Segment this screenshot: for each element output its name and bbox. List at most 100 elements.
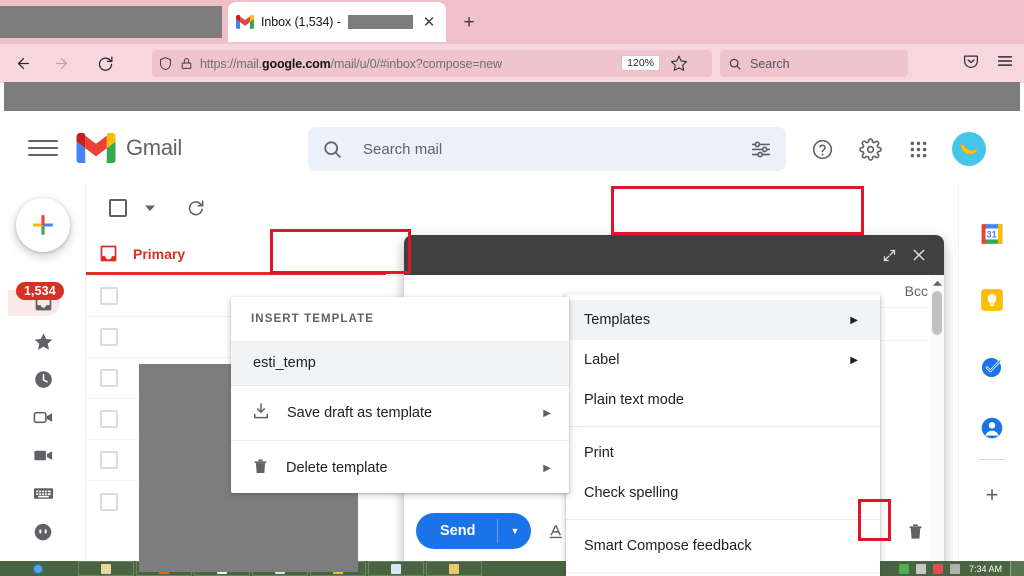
taskbar-item[interactable] <box>426 561 482 576</box>
apps-grid-icon[interactable] <box>896 127 940 171</box>
menu-item-smart-compose-feedback[interactable]: Smart Compose feedback <box>566 526 880 566</box>
contacts-person-icon <box>979 415 1005 441</box>
sidebar-item-starred[interactable] <box>0 323 86 359</box>
menu-item-templates[interactable]: Templates ▶ <box>566 300 880 340</box>
avatar[interactable] <box>952 132 986 166</box>
row-checkbox[interactable] <box>100 410 118 428</box>
menu-item-label: Smart Compose feedback <box>584 538 752 554</box>
compose-window-header[interactable] <box>404 235 944 275</box>
menu-item-label[interactable]: Label ▶ <box>566 340 880 380</box>
chevron-down-icon[interactable] <box>140 190 160 226</box>
menu-item-check-spelling[interactable]: Check spelling <box>566 473 880 513</box>
new-tab-button[interactable]: + <box>456 10 482 36</box>
tray-icon[interactable] <box>933 564 943 574</box>
taskbar-item[interactable] <box>78 561 134 576</box>
trash-icon[interactable] <box>900 515 930 547</box>
gmail-side-panel: 31 <box>958 184 1024 561</box>
row-checkbox[interactable] <box>100 493 118 511</box>
trash-icon <box>251 457 270 480</box>
close-icon[interactable] <box>908 244 930 266</box>
bcc-button[interactable]: Bcc <box>905 283 928 299</box>
chevron-up-icon[interactable] <box>930 275 944 291</box>
menu-item-label: Plain text mode <box>584 392 684 408</box>
row-checkbox[interactable] <box>100 369 118 387</box>
submenu-caret-icon: ▶ <box>543 463 551 474</box>
hamburger-menu-icon[interactable] <box>994 50 1016 72</box>
row-checkbox[interactable] <box>100 287 118 305</box>
pocket-icon[interactable] <box>960 50 982 72</box>
side-panel-add-button[interactable]: + <box>976 479 1008 511</box>
taskbar-item[interactable] <box>368 561 424 576</box>
tray-icon[interactable] <box>950 564 960 574</box>
star-outline-icon[interactable] <box>670 54 690 74</box>
compose-button[interactable] <box>16 198 70 252</box>
gear-icon[interactable] <box>848 127 892 171</box>
browser-search-placeholder: Search <box>750 57 790 71</box>
sidebar-item-snoozed[interactable] <box>0 361 86 397</box>
taskbar-start-button[interactable] <box>0 561 76 576</box>
redacted-bookmarks-bar <box>4 82 1020 111</box>
gmail-logo[interactable]: Gmail <box>76 133 182 163</box>
submenu-caret-icon: ▶ <box>850 315 858 326</box>
side-panel-calendar[interactable]: 31 <box>976 218 1008 250</box>
lock-icon[interactable] <box>180 56 193 71</box>
menu-item-delete-template[interactable]: Delete template ▶ <box>231 441 569 495</box>
menu-divider <box>566 572 880 573</box>
back-arrow-icon[interactable] <box>8 49 38 79</box>
close-icon[interactable]: ✕ <box>420 13 438 31</box>
search-options-icon[interactable] <box>750 138 772 160</box>
tray-icon[interactable] <box>899 564 909 574</box>
inbox-tab-icon <box>98 243 119 264</box>
scrollbar-thumb[interactable] <box>932 291 942 335</box>
taskbar-clock[interactable]: 7:34 AM <box>969 564 1002 574</box>
send-button[interactable]: Send ▼ <box>416 513 531 549</box>
gmail-header-icons <box>800 127 986 171</box>
browser-search-bar[interactable]: Search <box>720 50 908 77</box>
compose-more-menu: Templates ▶ Label ▶ Plain text mode Prin… <box>566 294 880 576</box>
redacted-tab[interactable] <box>0 6 222 38</box>
menu-item-save-draft-as-template[interactable]: Save draft as template ▶ <box>231 386 569 440</box>
help-icon[interactable] <box>800 127 844 171</box>
video-outline-icon <box>32 406 55 429</box>
tab-primary-label: Primary <box>133 246 185 262</box>
sidebar-item-new-meeting[interactable] <box>0 399 86 435</box>
sidebar-item-keyboard[interactable] <box>0 475 86 511</box>
sidebar-item-join-meeting[interactable] <box>0 437 86 473</box>
browser-tab-gmail[interactable]: Inbox (1,534) - ✕ <box>228 2 446 42</box>
row-checkbox[interactable] <box>100 451 118 469</box>
side-panel-keep[interactable] <box>976 284 1008 316</box>
compose-plus-icon <box>30 212 56 238</box>
sidebar-item-chat[interactable] <box>0 515 86 551</box>
menu-divider <box>566 519 880 520</box>
template-item-esti-temp[interactable]: esti_temp <box>231 341 569 385</box>
chevron-down-icon[interactable]: ▼ <box>498 526 531 536</box>
reload-icon[interactable] <box>90 49 120 79</box>
video-filled-icon <box>32 444 55 467</box>
url-bar[interactable]: https://mail.google.com/mail/u/0/#inbox?… <box>152 50 712 77</box>
refresh-icon[interactable] <box>178 190 214 226</box>
browser-tabstrip: Inbox (1,534) - ✕ + <box>0 0 1024 44</box>
side-panel-contacts[interactable] <box>976 412 1008 444</box>
row-checkbox[interactable] <box>100 328 118 346</box>
select-all-checkbox[interactable] <box>100 190 136 226</box>
show-desktop-button[interactable] <box>1010 561 1024 576</box>
tray-icon[interactable] <box>916 564 926 574</box>
forward-arrow-icon <box>46 49 76 79</box>
star-icon <box>33 331 54 352</box>
zoom-level-badge[interactable]: 120% <box>621 55 660 71</box>
search-icon[interactable] <box>322 139 343 160</box>
gmail-wordmark: Gmail <box>126 135 182 161</box>
side-panel-tasks[interactable] <box>976 351 1008 383</box>
menu-item-plain-text-mode[interactable]: Plain text mode <box>566 380 880 420</box>
redacted-tab-title <box>348 15 413 29</box>
hamburger-menu-icon[interactable] <box>28 136 58 160</box>
shield-icon[interactable] <box>158 56 173 71</box>
svg-text:31: 31 <box>987 229 997 239</box>
gmail-search-box[interactable]: Search mail <box>308 127 786 171</box>
menu-item-print[interactable]: Print <box>566 433 880 473</box>
browser-tab-title: Inbox (1,534) - <box>261 15 341 29</box>
gmail-header: Gmail Search mail <box>0 111 1024 184</box>
tab-primary[interactable]: Primary <box>86 232 201 276</box>
menu-item-label: Check spelling <box>584 485 678 501</box>
expand-icon[interactable] <box>878 244 900 266</box>
